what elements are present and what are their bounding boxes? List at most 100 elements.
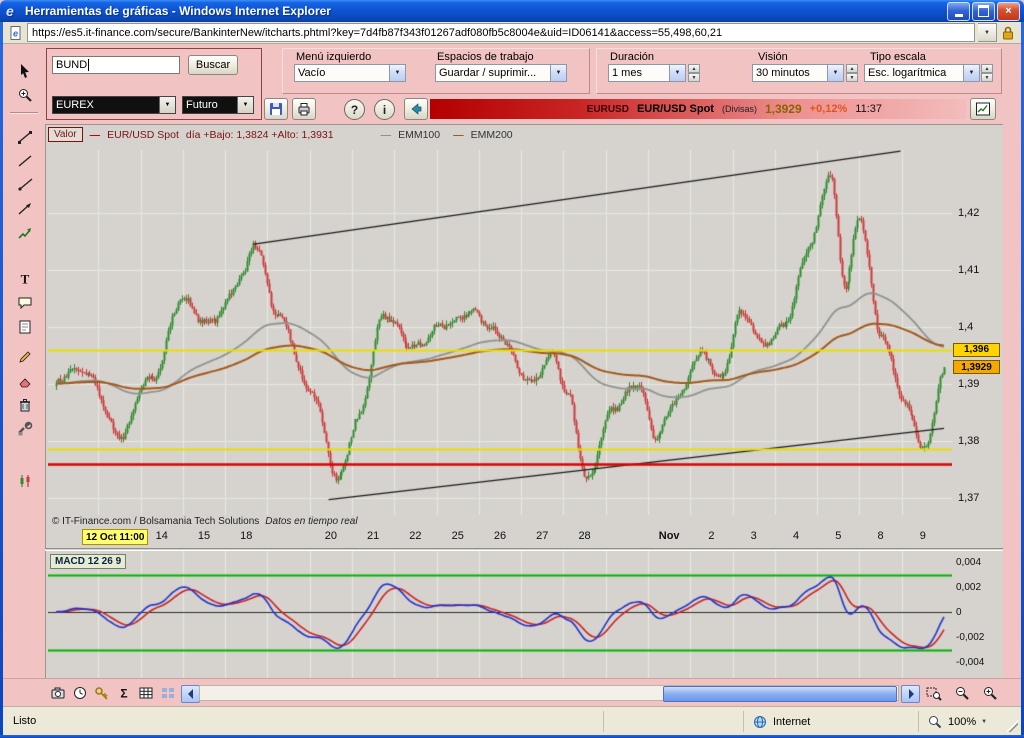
workspaces-select[interactable]: Guardar / suprimir... ▼ [435,64,567,82]
scroll-right-button[interactable] [901,685,920,703]
zoom-in-icon [17,87,33,103]
comment-tool-icon [17,295,33,311]
x-axis-label: 15 [190,530,218,542]
macd-chart-canvas[interactable] [48,551,952,678]
close-button[interactable]: × [997,2,1020,21]
chevron-down-icon[interactable]: ▼ [669,65,685,81]
realtime-text: Datos en tiempo real [265,516,357,527]
zoom-out-button[interactable] [950,683,974,703]
chevron-down-icon[interactable]: ▼ [827,65,843,81]
exchange-select[interactable]: EUREX ▼ [52,96,176,114]
chevron-down-icon[interactable]: ▼ [237,97,253,113]
pointer-button[interactable] [12,60,38,82]
notes-tool-icon [17,319,33,335]
settings-tool-button[interactable] [12,418,38,440]
notes-tool-button[interactable] [12,316,38,338]
workspaces-label: Espacios de trabajo [437,51,534,63]
trash-tool-button[interactable] [12,394,38,416]
pencil-tool-button[interactable] [12,346,38,368]
text-tool-icon: T [17,271,33,287]
duration-stepper[interactable]: ▲▼ [688,64,700,82]
chevron-down-icon[interactable]: ▼ [550,65,566,81]
clock-button[interactable] [70,683,90,703]
search-button[interactable]: Buscar [188,55,238,75]
grid-button[interactable] [158,683,178,703]
maximize-button[interactable] [972,2,995,21]
camera-button[interactable] [48,683,68,703]
svg-text:e: e [13,28,18,38]
grid-icon [160,685,176,701]
back-button[interactable] [404,98,428,120]
duration-select[interactable]: 1 mes ▼ [608,64,686,82]
chevron-down-icon[interactable]: ▼ [963,65,979,81]
macd-settings-label[interactable]: MACD 12 26 9 [50,554,126,569]
toolbar-separator [10,112,38,114]
segment-line-button[interactable] [12,150,38,172]
macd-axis-label: -0,002 [956,632,984,643]
eraser-tool-button[interactable] [12,370,38,392]
price-chart-canvas[interactable] [48,150,952,515]
search-input[interactable]: BUND [52,56,180,74]
sum-icon: Σ [116,685,132,701]
chevron-down-icon[interactable]: ▼ [389,65,405,81]
left-menu-label: Menú izquierdo [296,51,371,63]
zoom-level: 100% [948,716,976,728]
print-button[interactable] [292,98,316,120]
instrument-price: 1,3929 [765,102,802,116]
valor-box[interactable]: Valor [48,127,83,142]
clock-icon [72,685,88,701]
settings-tool-icon [17,421,33,437]
trend-line-icon [17,129,33,145]
chart-legend: Valor — EUR/USD Spot día +Bajo: 1,3824 +… [48,127,998,142]
candlestick-tool-button[interactable] [12,470,38,492]
x-axis-label: 22 [401,530,429,542]
duration-label: Duración [610,51,654,63]
minimize-button[interactable] [947,2,970,21]
x-axis-label: 5 [824,530,852,542]
instrument-type-select[interactable]: Futuro ▼ [182,96,254,114]
vision-select[interactable]: 30 minutos ▼ [752,64,844,82]
scale-type-select[interactable]: Esc. logarítmica ▼ [864,64,980,82]
segment-line-icon [17,153,33,169]
chevron-down-icon[interactable]: ▼ [159,97,175,113]
url-dropdown-button[interactable]: ▼ [978,23,997,42]
search-value: BUND [56,59,87,71]
url-input[interactable]: https://es5.it-finance.com/secure/Bankin… [27,23,975,42]
growth-line-button[interactable] [12,222,38,244]
open-chart-button[interactable] [970,98,996,120]
trend-line-button[interactable] [12,126,38,148]
scroll-left-button[interactable] [181,685,200,703]
zoom-in-button[interactable] [978,683,1002,703]
x-axis-label: 20 [317,530,345,542]
vision-stepper[interactable]: ▲▼ [846,64,858,82]
instrument-banner: EURUSD EUR/USD Spot (Divisas) 1,3929 +0,… [430,99,966,119]
left-menu-select[interactable]: Vacío ▼ [294,64,406,82]
info-button[interactable]: i [374,99,395,120]
legend-series-name: EUR/USD Spot [107,129,179,141]
ray-line-button[interactable] [12,174,38,196]
sum-button[interactable]: Σ [114,683,134,703]
table-button[interactable] [136,683,156,703]
macd-axis-label: 0,004 [956,557,981,568]
instrument-type-value: Futuro [183,99,237,111]
bottom-toolbar: Σ [3,678,1021,706]
scale-type-stepper[interactable]: ▲▼ [981,64,993,82]
zoom-selection-button[interactable] [922,683,946,703]
title-bar[interactable]: e Herramientas de gráficas - Windows Int… [0,0,1024,22]
zoom-in-button[interactable] [12,84,38,106]
pointer-icon [17,63,33,79]
y-axis-label: 1,4 [958,321,973,333]
save-button[interactable] [264,98,288,120]
series-color-swatch: — [90,129,101,141]
chart-scrollbar-thumb[interactable] [663,686,897,702]
help-button[interactable]: ? [344,99,365,120]
status-panel-empty [603,711,742,732]
resize-grip[interactable] [1006,720,1018,732]
comment-tool-button[interactable] [12,292,38,314]
arrow-line-button[interactable] [12,198,38,220]
crosshair-time-tooltip: 12 Oct 11:00 [82,529,148,545]
status-bar: Listo Internet 100% ▼ [3,706,1021,735]
text-tool-button[interactable]: T [12,268,38,290]
x-axis-label: 26 [486,530,514,542]
key-button[interactable] [92,683,112,703]
